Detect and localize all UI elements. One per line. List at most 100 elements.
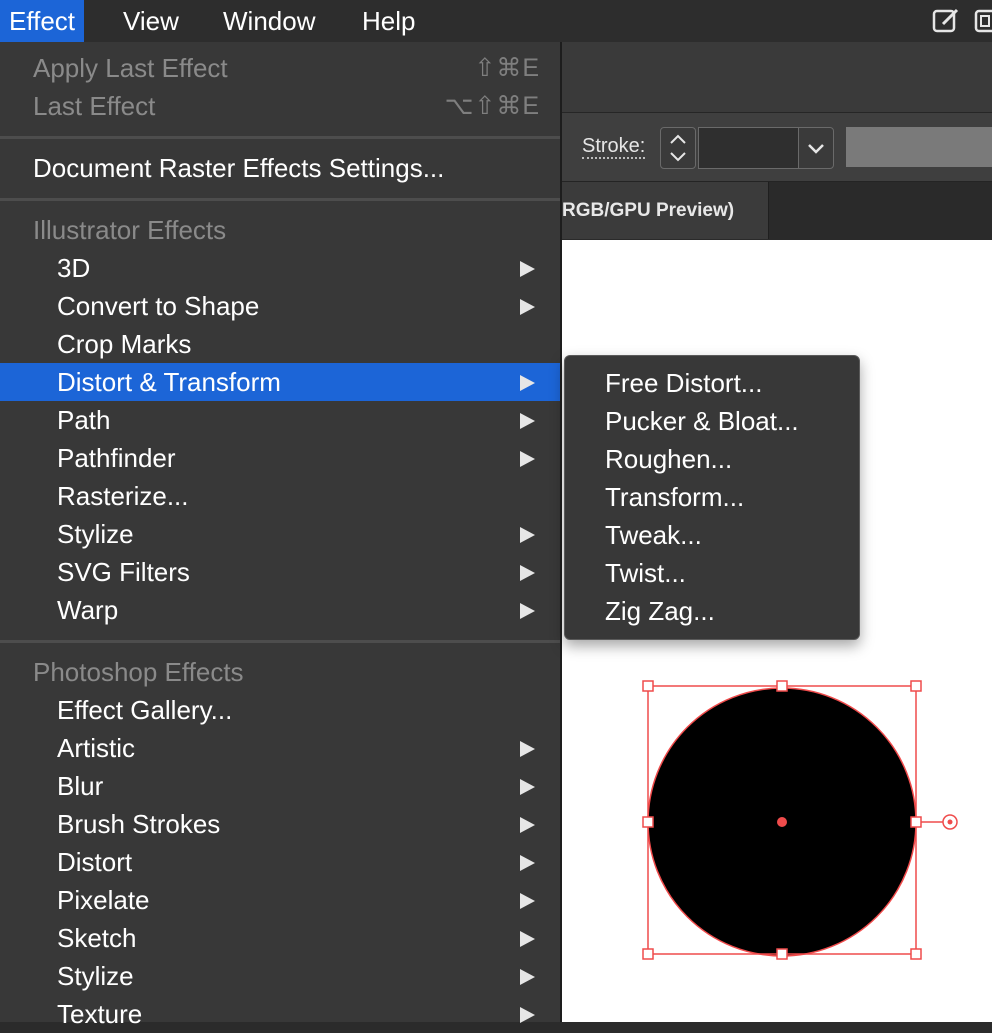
- rotate-handle-icon[interactable]: [942, 814, 958, 830]
- stroke-weight-dropdown[interactable]: [798, 127, 834, 169]
- submenu-arrow-icon: [520, 299, 535, 315]
- menu-item-label: Tweak...: [605, 520, 702, 550]
- menu-item-last-effect: Last Effect ⌥⇧⌘E: [0, 87, 560, 125]
- document-tab-bar: RGB/GPU Preview): [562, 182, 992, 240]
- menu-item-label: Transform...: [605, 482, 745, 512]
- menu-item-label: Pathfinder: [57, 443, 176, 473]
- menu-item-stylize-photoshop[interactable]: Stylize: [0, 957, 560, 995]
- menu-item-rasterize[interactable]: Rasterize...: [0, 477, 560, 515]
- menu-item-label: Rasterize...: [57, 481, 189, 511]
- menu-item-label: Effect Gallery...: [57, 695, 233, 725]
- menu-item-label: Blur: [57, 771, 104, 801]
- submenu-arrow-icon: [520, 375, 535, 391]
- submenu-item-free-distort[interactable]: Free Distort...: [565, 364, 859, 402]
- options-bar: Stroke:: [562, 113, 992, 182]
- submenu-item-tweak[interactable]: Tweak...: [565, 516, 859, 554]
- menu-item-document-raster-effects[interactable]: Document Raster Effects Settings...: [0, 149, 560, 187]
- submenu-item-zig-zag[interactable]: Zig Zag...: [565, 592, 859, 630]
- menu-item-apply-last-effect: Apply Last Effect ⇧⌘E: [0, 49, 560, 87]
- submenu-item-transform[interactable]: Transform...: [565, 478, 859, 516]
- shortcut-label: ⇧⌘E: [474, 54, 540, 82]
- menu-item-texture[interactable]: Texture: [0, 995, 560, 1033]
- menu-item-label: SVG Filters: [57, 557, 190, 587]
- effect-menu: Apply Last Effect ⇧⌘E Last Effect ⌥⇧⌘E D…: [0, 42, 562, 1029]
- distort-transform-submenu: Free Distort... Pucker & Bloat... Roughe…: [564, 355, 860, 640]
- menu-item-label: Crop Marks: [57, 329, 192, 359]
- menu-item-blur[interactable]: Blur: [0, 767, 560, 805]
- menu-item-3d[interactable]: 3D: [0, 249, 560, 287]
- menu-item-label: Roughen...: [605, 444, 733, 474]
- menu-item-label: Texture: [57, 999, 143, 1029]
- menu-item-label: Stylize: [57, 519, 134, 549]
- submenu-arrow-icon: [520, 261, 535, 277]
- menu-item-label: Stylize: [57, 961, 134, 991]
- menu-separator: [0, 136, 560, 139]
- menu-item-label: Distort: [57, 847, 133, 877]
- menu-item-label: Pucker & Bloat...: [605, 406, 799, 436]
- section-header-photoshop-effects: Photoshop Effects: [0, 653, 560, 691]
- menu-item-pathfinder[interactable]: Pathfinder: [0, 439, 560, 477]
- stepper-icon: [670, 134, 686, 162]
- menu-item-svg-filters[interactable]: SVG Filters: [0, 553, 560, 591]
- stroke-color-swatch[interactable]: [846, 127, 992, 167]
- submenu-arrow-icon: [520, 603, 535, 619]
- submenu-arrow-icon: [520, 565, 535, 581]
- menu-item-warp[interactable]: Warp: [0, 591, 560, 629]
- chevron-down-icon: [808, 144, 824, 154]
- submenu-arrow-icon: [520, 893, 535, 909]
- submenu-item-roughen[interactable]: Roughen...: [565, 440, 859, 478]
- menu-separator: [0, 198, 560, 201]
- document-tab-label: RGB/GPU Preview): [562, 200, 735, 221]
- panel-icon[interactable]: [974, 5, 992, 42]
- menu-item-label: Sketch: [57, 923, 137, 953]
- menu-item-label: Convert to Shape: [57, 291, 260, 321]
- menu-item-label: Brush Strokes: [57, 809, 221, 839]
- menu-help[interactable]: Help: [353, 0, 424, 42]
- menu-item-label: Distort & Transform: [57, 367, 281, 397]
- menu-item-artistic[interactable]: Artistic: [0, 729, 560, 767]
- compose-icon[interactable]: [930, 5, 962, 42]
- submenu-arrow-icon: [520, 1007, 535, 1023]
- submenu-arrow-icon: [520, 741, 535, 757]
- submenu-arrow-icon: [520, 779, 535, 795]
- section-header-label: Illustrator Effects: [33, 215, 227, 245]
- submenu-arrow-icon: [520, 817, 535, 833]
- menu-item-pixelate[interactable]: Pixelate: [0, 881, 560, 919]
- menu-item-label: Apply Last Effect: [33, 53, 228, 83]
- menu-item-convert-to-shape[interactable]: Convert to Shape: [0, 287, 560, 325]
- menu-effect[interactable]: Effect: [0, 0, 85, 42]
- submenu-arrow-icon: [520, 527, 535, 543]
- menu-item-label: 3D: [57, 253, 91, 283]
- stroke-label[interactable]: Stroke:: [582, 135, 646, 159]
- submenu-arrow-icon: [520, 931, 535, 947]
- menu-item-distort[interactable]: Distort: [0, 843, 560, 881]
- menu-item-distort-transform[interactable]: Distort & Transform: [0, 363, 560, 401]
- menu-item-sketch[interactable]: Sketch: [0, 919, 560, 957]
- menu-item-label: Document Raster Effects Settings...: [33, 153, 445, 183]
- menu-window[interactable]: Window: [214, 0, 324, 42]
- menu-item-effect-gallery[interactable]: Effect Gallery...: [0, 691, 560, 729]
- menu-item-label: Zig Zag...: [605, 596, 715, 626]
- submenu-arrow-icon: [520, 451, 535, 467]
- menu-item-label: Twist...: [605, 558, 686, 588]
- menu-item-crop-marks[interactable]: Crop Marks: [0, 325, 560, 363]
- shortcut-label: ⌥⇧⌘E: [444, 92, 540, 120]
- menu-view[interactable]: View: [114, 0, 188, 42]
- menu-item-path[interactable]: Path: [0, 401, 560, 439]
- submenu-arrow-icon: [520, 413, 535, 429]
- menu-item-stylize[interactable]: Stylize: [0, 515, 560, 553]
- submenu-arrow-icon: [520, 855, 535, 871]
- menu-item-brush-strokes[interactable]: Brush Strokes: [0, 805, 560, 843]
- menu-item-label: Last Effect: [33, 91, 156, 121]
- submenu-item-pucker-bloat[interactable]: Pucker & Bloat...: [565, 402, 859, 440]
- control-bar: [562, 42, 992, 113]
- submenu-arrow-icon: [520, 969, 535, 985]
- submenu-item-twist[interactable]: Twist...: [565, 554, 859, 592]
- section-header-illustrator-effects: Illustrator Effects: [0, 211, 560, 249]
- stroke-weight-field[interactable]: [698, 127, 800, 169]
- document-tab[interactable]: RGB/GPU Preview): [562, 182, 769, 239]
- menu-item-label: Artistic: [57, 733, 135, 763]
- menu-bar: Effect View Window Help: [0, 0, 992, 43]
- stroke-stepper[interactable]: [660, 127, 696, 169]
- menu-item-label: Warp: [57, 595, 119, 625]
